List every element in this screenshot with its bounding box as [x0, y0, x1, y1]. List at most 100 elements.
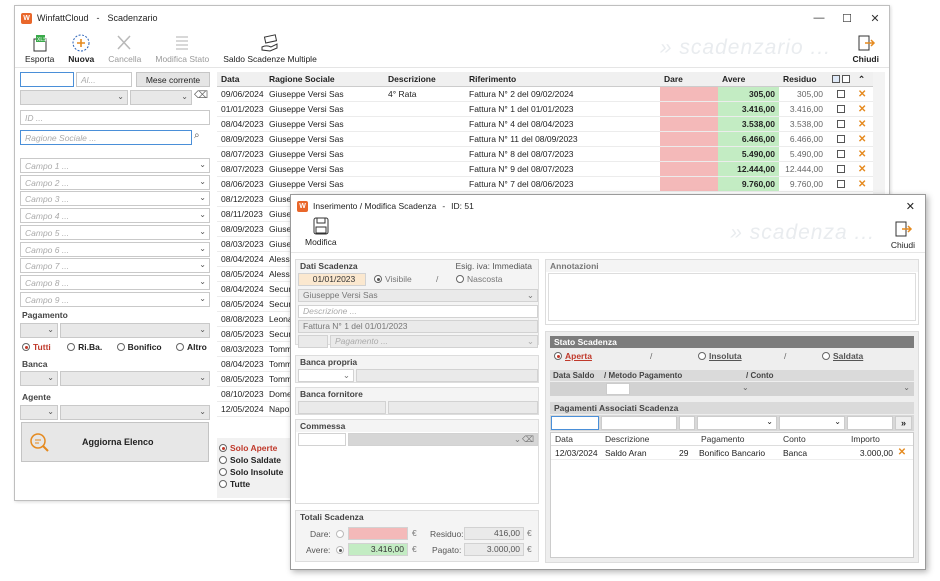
row-select[interactable] [826, 177, 854, 191]
pag-more-button[interactable]: » [895, 416, 912, 430]
header-residuo[interactable]: Residuo [779, 72, 826, 86]
cancella-button[interactable]: Cancella [108, 34, 141, 67]
radio-tutti[interactable]: Tutti [22, 342, 51, 352]
cliente-select[interactable]: Giuseppe Versi Sas ⌄ [298, 289, 538, 302]
mese-corrente-button[interactable]: Mese corrente [136, 72, 210, 87]
row-select[interactable] [826, 162, 854, 176]
radio-insoluta[interactable]: Insoluta [698, 351, 742, 361]
aggiorna-elenco-button[interactable]: Aggiorna Elenco [21, 422, 209, 462]
pag-header-pagamento[interactable]: Pagamento [697, 433, 779, 445]
filter-select-1[interactable]: ⌄ [20, 90, 128, 105]
table-row[interactable]: 08/09/2023 Giuseppe Versi Sas Fattura N° 1… [217, 132, 873, 147]
pagamento-select[interactable]: Pagamento ... ⌄ [330, 335, 538, 348]
banca-propria-select[interactable]: ⌄ [298, 369, 354, 382]
campo-3-select[interactable]: Campo 3 ... ⌄ [20, 191, 210, 207]
radio-aperta[interactable]: Aperta [554, 351, 592, 361]
row-select[interactable] [826, 117, 854, 131]
data-scadenza-input[interactable]: 01/01/2023 [298, 273, 366, 286]
ragione-sociale-input[interactable]: Ragione Sociale ... [20, 130, 192, 145]
pagamento-code-field[interactable] [298, 335, 328, 348]
delete-x-icon[interactable]: ✕ [854, 87, 873, 101]
pag-filter-pagamento[interactable]: ⌄ [697, 416, 777, 430]
header-riferimento[interactable]: Riferimento [465, 72, 660, 86]
agente-select-1[interactable]: ⌄ [20, 405, 58, 420]
banca-fornitore-field-2[interactable] [388, 401, 538, 414]
campo-6-select[interactable]: Campo 6 ... ⌄ [20, 241, 210, 257]
table-row[interactable]: 08/07/2023 Giuseppe Versi Sas Fattura N° 8… [217, 147, 873, 162]
campo-8-select[interactable]: Campo 8 ... ⌄ [20, 274, 210, 290]
radio-riba[interactable]: Ri.Ba. [67, 342, 102, 352]
descrizione-input[interactable]: Descrizione ... [298, 305, 538, 318]
pag-filter-importo[interactable] [847, 416, 893, 430]
banca-select-1[interactable]: ⌄ [20, 371, 58, 386]
commessa-code-input[interactable] [298, 433, 346, 446]
campo-5-select[interactable]: Campo 5 ... ⌄ [20, 224, 210, 240]
campo-9-select[interactable]: Campo 9 ... ⌄ [20, 291, 210, 307]
pag-filter-n[interactable] [679, 416, 695, 430]
header-descrizione[interactable]: Descrizione [384, 72, 465, 86]
eraser-button[interactable]: ⌫ [194, 90, 210, 105]
campo-4-select[interactable]: Campo 4 ... ⌄ [20, 208, 210, 224]
radio-visibile[interactable]: Visibile [374, 274, 412, 284]
pag-header-conto[interactable]: Conto [779, 433, 847, 445]
saldo-multiple-button[interactable]: Saldo Scadenze Multiple [223, 34, 317, 67]
pag-filter-data[interactable] [551, 416, 599, 430]
table-row[interactable]: 01/01/2023 Giuseppe Versi Sas Fattura N° 1… [217, 102, 873, 117]
maximize-button[interactable]: ☐ [833, 12, 861, 25]
radio-altro[interactable]: Altro [176, 342, 207, 352]
annotazioni-textarea[interactable] [548, 273, 916, 321]
banca-fornitore-field-1[interactable] [298, 401, 386, 414]
header-dare[interactable]: Dare [660, 72, 718, 86]
table-row[interactable]: 08/07/2023 Giuseppe Versi Sas Fattura N° 9… [217, 162, 873, 177]
row-select[interactable] [826, 102, 854, 116]
table-row[interactable]: 08/04/2023 Giuseppe Versi Sas Fattura N° 4… [217, 117, 873, 132]
modifica-stato-button[interactable]: Modifica Stato [155, 34, 209, 67]
pag-header-data[interactable]: Data [551, 433, 601, 445]
header-scroll-up[interactable]: ⌃ [854, 72, 873, 86]
campo-7-select[interactable]: Campo 7 ... ⌄ [20, 258, 210, 274]
pagamento-select-2[interactable]: ⌄ [60, 323, 210, 338]
row-select[interactable] [826, 147, 854, 161]
row-select[interactable] [826, 87, 854, 101]
table-row[interactable]: 12/03/2024 Saldo Aran 29 Bonifico Bancar… [551, 446, 913, 460]
header-ragione[interactable]: Ragione Sociale [265, 72, 384, 86]
dialog-chiudi-button[interactable]: Chiudi [891, 220, 915, 250]
delete-x-icon[interactable]: ✕ [895, 446, 909, 459]
pag-filter-conto[interactable]: ⌄ [779, 416, 845, 430]
delete-x-icon[interactable]: ✕ [854, 177, 873, 191]
delete-x-icon[interactable]: ✕ [854, 102, 873, 116]
data-saldo-input[interactable] [606, 383, 630, 395]
header-data[interactable]: Data [217, 72, 265, 86]
nuova-button[interactable]: Nuova [68, 34, 94, 67]
close-window-button[interactable]: ✕ [861, 12, 889, 25]
radio-bonifico[interactable]: Bonifico [116, 342, 162, 352]
header-select-all[interactable] [826, 72, 854, 86]
radio-nascosta[interactable]: Nascosta [456, 274, 502, 284]
table-row[interactable]: 08/06/2023 Giuseppe Versi Sas Fattura N° 7… [217, 177, 873, 192]
radio-saldata[interactable]: Saldata [822, 351, 863, 361]
date-from-input[interactable] [20, 72, 74, 87]
pagamento-select-1[interactable]: ⌄ [20, 323, 58, 338]
pag-header-descrizione[interactable]: Descrizione [601, 433, 697, 445]
search-button[interactable]: ⌕ [194, 130, 210, 145]
delete-x-icon[interactable]: ✕ [854, 147, 873, 161]
delete-x-icon[interactable]: ✕ [854, 132, 873, 146]
esporta-button[interactable]: XLS Esporta [25, 34, 54, 67]
filter-select-2[interactable]: ⌄ [130, 90, 192, 105]
modifica-button[interactable]: Modifica [305, 217, 337, 250]
date-to-input[interactable]: Al... [76, 72, 132, 87]
chiudi-button[interactable]: Chiudi [853, 34, 879, 64]
delete-x-icon[interactable]: ✕ [854, 162, 873, 176]
header-avere[interactable]: Avere [718, 72, 779, 86]
campo-1-select[interactable]: Campo 1 ... ⌄ [20, 158, 210, 173]
banca-select-2[interactable]: ⌄ [60, 371, 210, 386]
id-input[interactable]: ID ... [20, 110, 210, 125]
minimize-button[interactable]: — [805, 12, 833, 25]
campo-2-select[interactable]: Campo 2 ... ⌄ [20, 174, 210, 190]
delete-x-icon[interactable]: ✕ [854, 117, 873, 131]
pag-header-importo[interactable]: Importo [847, 433, 895, 445]
dare-radio[interactable] [336, 530, 344, 538]
pag-filter-desc[interactable] [601, 416, 677, 430]
agente-select-2[interactable]: ⌄ [60, 405, 210, 420]
dialog-close-button[interactable]: ✕ [906, 200, 915, 213]
